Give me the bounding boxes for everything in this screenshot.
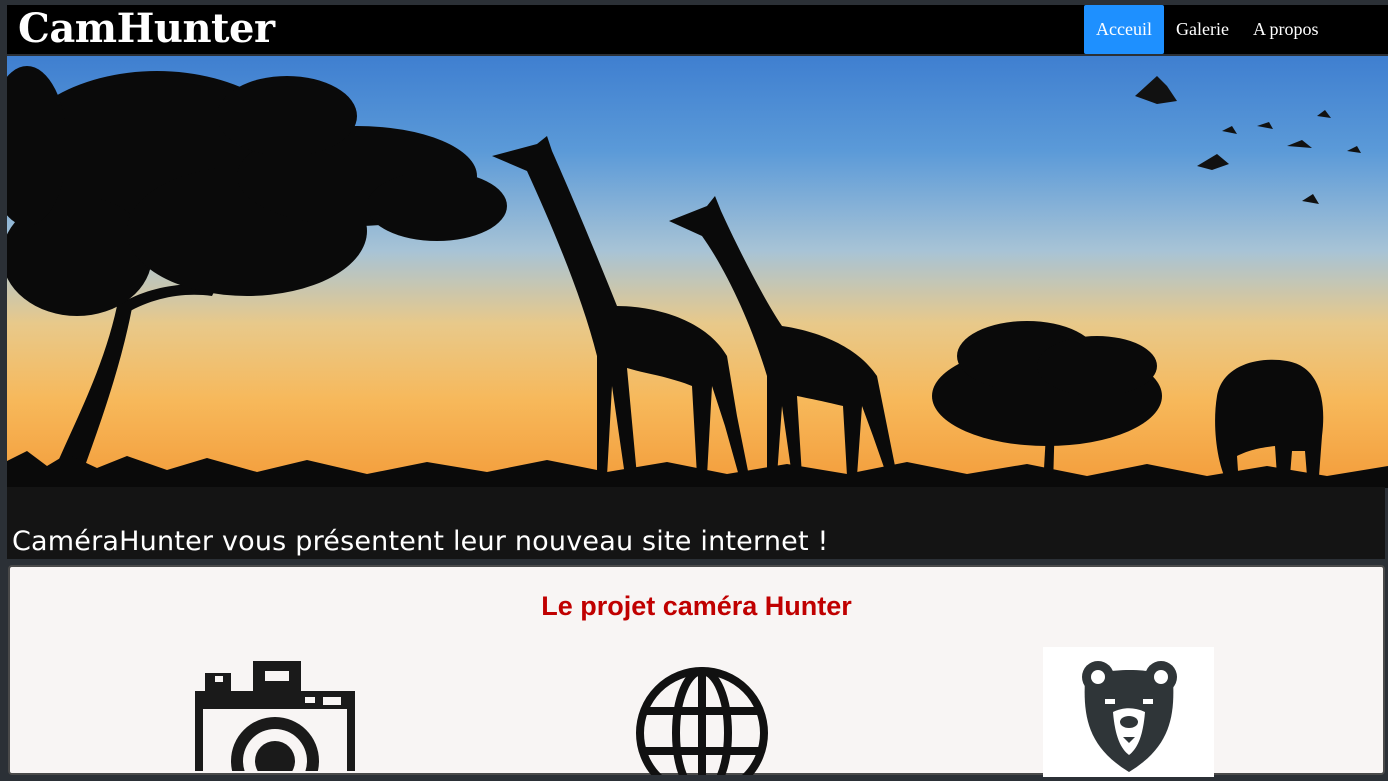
nav-item-galerie[interactable]: Galerie xyxy=(1164,5,1241,54)
hero-caption: CaméraHunter vous présentent leur nouvea… xyxy=(12,526,829,557)
project-section: Le projet caméra Hunter xyxy=(8,565,1385,781)
nav-menu: Acceuil Galerie A propos xyxy=(1084,5,1330,54)
nav-item-acceuil[interactable]: Acceuil xyxy=(1084,5,1164,54)
brand-logo[interactable]: CamHunter xyxy=(18,5,275,54)
page: CamHunter Acceuil Galerie A propos Camér… xyxy=(0,0,1388,781)
navbar: CamHunter Acceuil Galerie A propos xyxy=(7,5,1388,54)
bear-logo-icon xyxy=(1043,647,1214,777)
globe-icon xyxy=(634,665,770,781)
camera-icon xyxy=(195,661,355,781)
nav-item-a-propos[interactable]: A propos xyxy=(1241,5,1331,54)
section-title: Le projet caméra Hunter xyxy=(541,591,852,621)
savanna-illustration xyxy=(7,56,1388,488)
hero-caption-bar: CaméraHunter vous présentent leur nouvea… xyxy=(7,487,1385,559)
hero-image xyxy=(7,56,1388,488)
